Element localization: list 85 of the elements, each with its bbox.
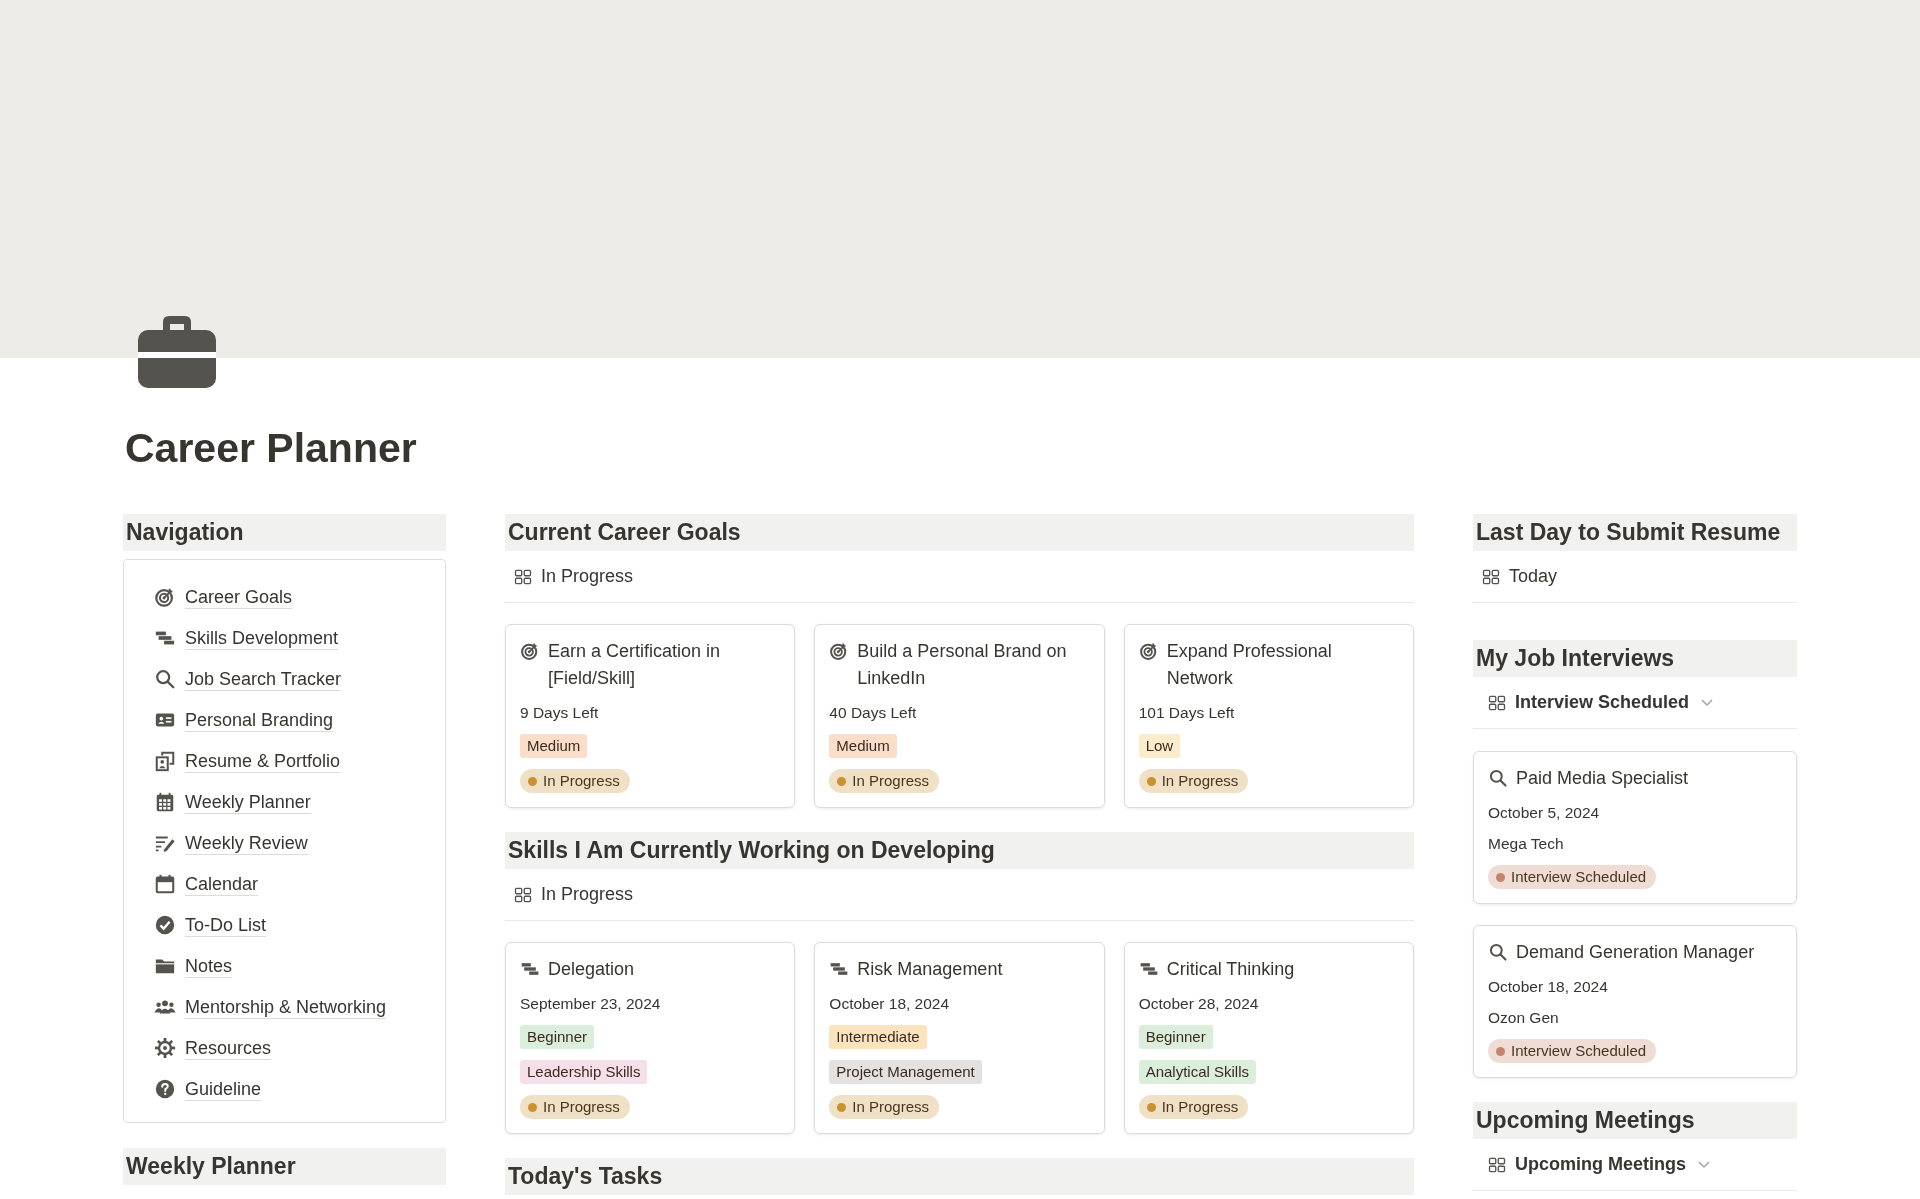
tag: Intermediate: [829, 1025, 927, 1050]
card-property: Ozon Gen: [1488, 1008, 1560, 1029]
status-pill: In Progress: [829, 1095, 940, 1120]
card-title: Earn a Certification in [Field/Skill]: [548, 640, 722, 691]
search-icon: [1488, 768, 1508, 789]
view-tab-label[interactable]: Today: [1509, 566, 1558, 588]
card-title: Critical Thinking: [1166, 958, 1295, 982]
card-property: October 18, 2024: [829, 994, 951, 1015]
tag: Beginner: [1138, 1025, 1213, 1050]
view-tab-label[interactable]: In Progress: [541, 566, 634, 588]
tag: Beginner: [520, 1025, 595, 1050]
card-title: Risk Management: [857, 958, 1003, 982]
tag: Medium: [829, 734, 897, 759]
tag: Leadership Skills: [520, 1060, 648, 1085]
portfolio-icon: [154, 750, 176, 773]
gallery-card[interactable]: Expand Professional Network 101 Days Left Low In Progress: [1123, 624, 1414, 809]
gear-icon: [154, 1037, 176, 1060]
calendar-grid-icon: [154, 791, 176, 814]
card-property: October 28, 2024: [1138, 994, 1260, 1015]
search-icon: [154, 668, 176, 691]
card-title: Build a Personal Brand on LinkedIn: [857, 640, 1068, 691]
card-property: Mega Tech: [1488, 834, 1565, 855]
nav-link[interactable]: Guideline: [185, 1077, 262, 1101]
gallery-card[interactable]: Demand Generation Manager October 18, 2024 Ozon Gen Interview Scheduled: [1473, 925, 1797, 1079]
section-heading: Navigation: [123, 514, 446, 552]
gallery-card[interactable]: Paid Media Specialist October 5, 2024 Mega Tech Interview Scheduled: [1473, 751, 1797, 905]
nav-link[interactable]: Career Goals: [185, 585, 293, 609]
calendar-icon: [154, 873, 176, 896]
tag: Analytical Skills: [1138, 1060, 1257, 1085]
status-pill: Interview Scheduled: [1488, 865, 1657, 890]
tag: Project Management: [829, 1060, 982, 1085]
section-heading: Current Career Goals: [505, 514, 1414, 552]
section-heading: Last Day to Submit Resume: [1473, 514, 1797, 552]
section-heading: Skills I Am Currently Working on Developing: [505, 832, 1414, 870]
card-title: Paid Media Specialist: [1516, 767, 1689, 791]
card-property: October 18, 2024: [1488, 977, 1609, 998]
search-icon: [1488, 942, 1508, 963]
nav-link[interactable]: Resume & Portfolio: [185, 749, 341, 773]
target-icon: [520, 641, 540, 662]
status-pill: In Progress: [520, 769, 630, 794]
status-pill: In Progress: [520, 1095, 630, 1120]
gallery-card[interactable]: Earn a Certification in [Field/Skill] 9 Days Left Medium In Progress: [505, 624, 796, 809]
nav-link[interactable]: Job Search Tracker: [185, 667, 342, 691]
section-heading: Today's Tasks: [505, 1158, 1414, 1196]
view-tab-label[interactable]: Interview Scheduled: [1515, 692, 1690, 714]
status-pill: Interview Scheduled: [1488, 1039, 1657, 1064]
card-title: Delegation: [548, 958, 635, 982]
section-heading: My Job Interviews: [1473, 640, 1797, 678]
gallery-card[interactable]: Critical Thinking October 28, 2024 Beginner Analytical Skills In Progress: [1123, 942, 1414, 1135]
status-pill: In Progress: [1138, 1095, 1249, 1120]
tag: Low: [1138, 734, 1181, 759]
nav-link[interactable]: Resources: [185, 1036, 272, 1060]
nav-link[interactable]: Weekly Review: [185, 831, 308, 855]
help-icon: [154, 1078, 176, 1101]
nav-link[interactable]: Weekly Planner: [185, 790, 311, 814]
card-property: 40 Days Left: [829, 703, 918, 724]
gallery-card[interactable]: Risk Management October 18, 2024 Intermediate Project Management In Progress: [814, 942, 1105, 1135]
section-heading: Weekly Planner: [123, 1148, 446, 1186]
target-icon: [1138, 641, 1159, 662]
gallery-card[interactable]: Delegation September 23, 2024 Beginner Leadership Skills In Progress: [505, 942, 796, 1135]
card-property: 101 Days Left: [1138, 703, 1236, 724]
nav-link[interactable]: Calendar: [185, 872, 259, 896]
view-tab-label[interactable]: In Progress: [541, 884, 634, 906]
briefcase-icon: [138, 316, 216, 388]
target-icon: [154, 586, 176, 609]
view-tab-label[interactable]: Upcoming Meetings: [1515, 1154, 1686, 1176]
status-pill: In Progress: [829, 769, 940, 794]
card-title: Expand Professional Network: [1166, 640, 1333, 691]
section-heading: Upcoming Meetings: [1473, 1102, 1797, 1140]
page-title: Career Planner: [125, 424, 418, 473]
nav-link[interactable]: Personal Branding: [185, 708, 334, 732]
card-title: Demand Generation Manager: [1516, 941, 1755, 965]
tag: Medium: [520, 734, 588, 759]
gallery-card[interactable]: Build a Personal Brand on LinkedIn 40 Days Left Medium In Progress: [814, 624, 1105, 809]
card-property: 9 Days Left: [520, 703, 600, 724]
nav-link[interactable]: To-Do List: [185, 913, 267, 937]
chevron-down-icon[interactable]: [1701, 698, 1714, 707]
nav-link[interactable]: Notes: [185, 954, 233, 978]
card-property: October 5, 2024: [1488, 803, 1601, 824]
checkmark-circle-icon: [154, 914, 176, 937]
nav-link[interactable]: Mentorship & Networking: [185, 995, 387, 1019]
status-pill: In Progress: [1138, 769, 1249, 794]
card-property: September 23, 2024: [520, 994, 662, 1015]
nav-link[interactable]: Skills Development: [185, 626, 339, 650]
chevron-down-icon[interactable]: [1698, 1160, 1710, 1169]
